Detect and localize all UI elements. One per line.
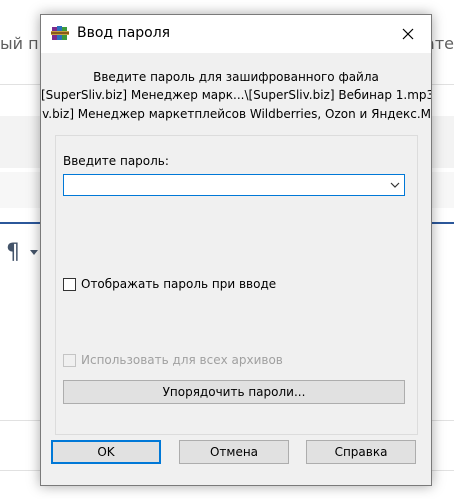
show-password-label: Отображать пароль при вводе <box>81 277 277 291</box>
password-combobox[interactable] <box>63 174 405 196</box>
password-label: Введите пароль: <box>63 154 169 168</box>
show-password-option[interactable]: Отображать пароль при вводе <box>63 277 276 291</box>
dialog-title: Ввод пароля <box>77 25 171 41</box>
password-dialog: Ввод пароля Введите пароль для зашифрова… <box>40 14 432 486</box>
ok-button[interactable]: OK <box>51 440 161 464</box>
use-for-all-archives-option: Использовать для всех архивов <box>63 353 283 367</box>
pilcrow-icon: ¶ <box>6 240 20 265</box>
cancel-button[interactable]: Отмена <box>179 440 289 464</box>
use-for-all-archives-checkbox <box>63 353 76 367</box>
file-name-text: rSliv.biz] Менеджер маркетплейсов Wildbe… <box>41 107 431 121</box>
close-icon <box>402 28 414 40</box>
chevron-down-icon[interactable] <box>388 178 402 192</box>
dropdown-caret-icon <box>30 250 38 255</box>
close-button[interactable] <box>385 15 431 53</box>
dialog-titlebar[interactable]: Ввод пароля <box>41 15 431 53</box>
winrar-books-icon <box>51 26 69 40</box>
help-button[interactable]: Справка <box>306 440 416 464</box>
password-input[interactable] <box>64 175 382 195</box>
use-for-all-archives-label: Использовать для всех архивов <box>81 353 283 367</box>
file-name-line: rSliv.biz] Менеджер маркетплейсов Wildbe… <box>41 107 431 121</box>
organize-passwords-button[interactable]: Упорядочить пароли... <box>63 380 405 404</box>
prompt-message: Введите пароль для зашифрованного файла <box>93 70 379 84</box>
archive-path-line: [SuperSliv.biz] Менеджер марк...\[SuperS… <box>41 88 431 102</box>
show-password-checkbox[interactable] <box>63 277 76 291</box>
